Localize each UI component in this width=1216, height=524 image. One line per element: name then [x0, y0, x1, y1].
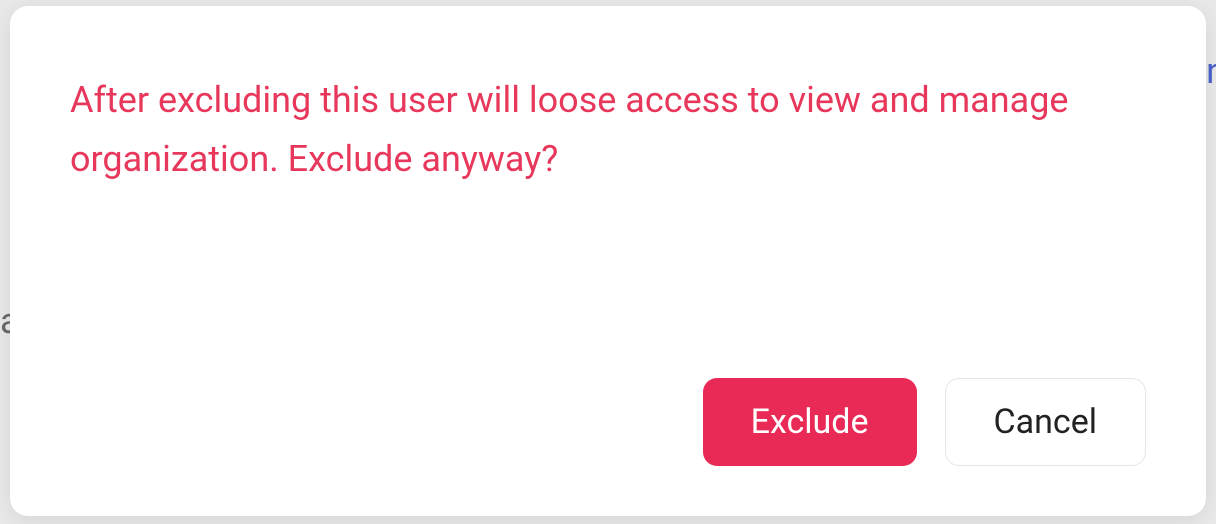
confirm-exclude-dialog: After excluding this user will loose acc… [10, 6, 1206, 516]
cancel-button[interactable]: Cancel [945, 378, 1147, 466]
exclude-button[interactable]: Exclude [703, 378, 917, 466]
dialog-message: After excluding this user will loose acc… [70, 71, 1146, 358]
dialog-actions: Exclude Cancel [70, 378, 1146, 466]
background-text-fragment: n [1206, 50, 1216, 92]
